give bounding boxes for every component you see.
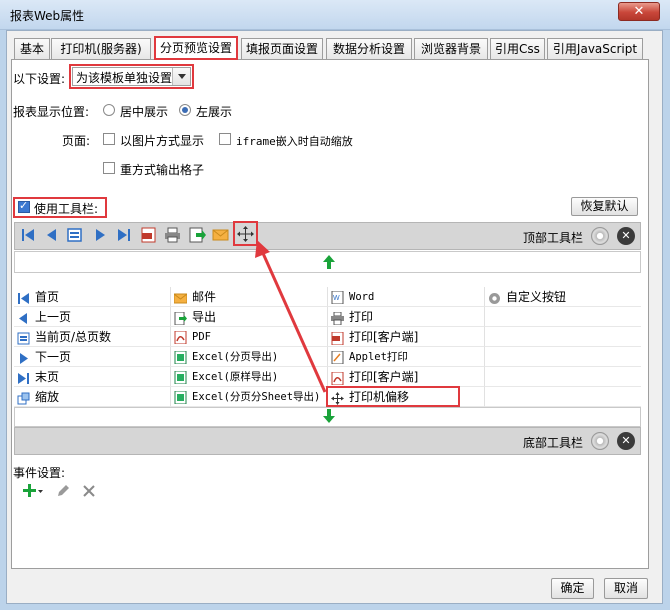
annotation-arrow: [255, 240, 327, 393]
tab-paging-preview[interactable]: 分页预览设置: [154, 36, 238, 60]
